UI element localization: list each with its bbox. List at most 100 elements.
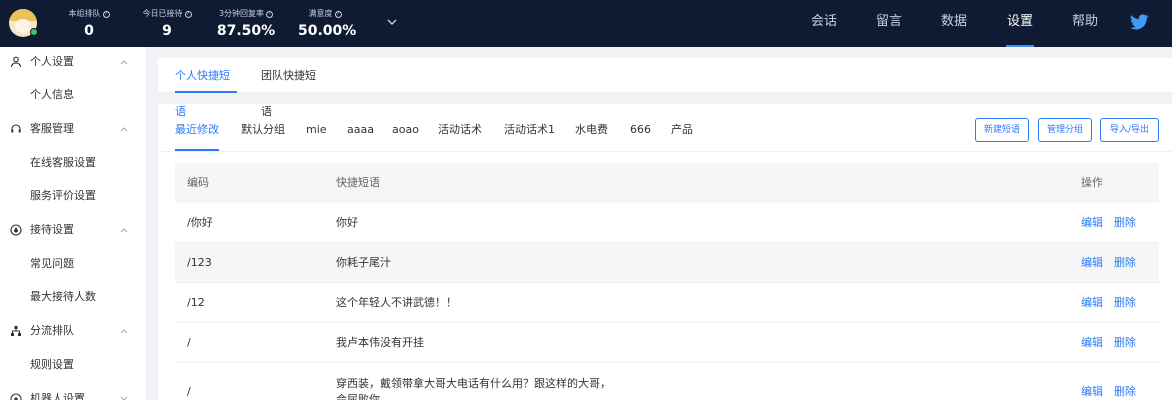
tab-category[interactable]: aaaa <box>347 104 374 151</box>
import-export-button[interactable]: 导入/导出 <box>1100 118 1159 142</box>
cell-phrase: 穿西装，戴领带拿大哥大电话有什么用？跟这样的大哥， 会尿败你 <box>336 376 611 400</box>
stat-label: 今日已接待 <box>142 9 183 18</box>
tab-category[interactable]: 活动话术 <box>438 104 482 151</box>
stat-queue: 本组排队? 0 <box>62 8 116 40</box>
table-row: /12 这个年轻人不讲武德！！ 编辑 删除 <box>175 283 1159 323</box>
delete-link[interactable]: 删除 <box>1114 216 1136 229</box>
stat-label: 满意度 <box>308 9 333 18</box>
user-icon <box>10 56 22 68</box>
sidebar-item-personal-info[interactable]: 个人信息 <box>30 81 140 109</box>
cell-code: /123 <box>187 256 212 269</box>
sidebar-item-rating[interactable]: 服务评价设置 <box>30 182 140 210</box>
sidebar-item-rules[interactable]: 规则设置 <box>30 351 140 379</box>
stat-label: 3分钟回复率 <box>218 9 265 18</box>
sidebar-group-service[interactable]: 客服管理 <box>0 114 146 144</box>
tab-category[interactable]: 水电费 <box>575 104 608 151</box>
delete-link[interactable]: 删除 <box>1114 296 1136 309</box>
edit-link[interactable]: 编辑 <box>1081 256 1103 269</box>
online-status-dot <box>30 28 38 36</box>
cell-code: / <box>187 385 191 398</box>
stat-today-served: 今日已接待? 9 <box>137 8 197 40</box>
chevron-down-icon[interactable] <box>386 16 398 28</box>
sidebar-item-max-reception[interactable]: 最大接待人数 <box>30 283 140 311</box>
sidebar-group-label: 个人设置 <box>30 55 74 68</box>
cell-phrase-line: 穿西装，戴领带拿大哥大电话有什么用？跟这样的大哥， <box>336 377 611 390</box>
chevron-up-icon <box>120 127 128 132</box>
stat-reply-rate: 3分钟回复率? 87.50% <box>213 8 279 40</box>
chevron-down-icon <box>120 396 128 400</box>
tab-personal-phrases[interactable]: 个人快捷短语 <box>175 58 237 118</box>
tab-category[interactable]: aoao <box>392 104 419 151</box>
cell-phrase: 你好 <box>336 216 358 229</box>
cell-actions: 编辑 删除 <box>1081 203 1147 243</box>
table-row: /123 你耗子尾汁 编辑 删除 <box>175 243 1159 283</box>
cell-actions: 编辑 删除 <box>1081 323 1147 363</box>
sidebar-item-faq[interactable]: 常见问题 <box>30 250 140 278</box>
edit-link[interactable]: 编辑 <box>1081 216 1103 229</box>
sidebar-item-online-service[interactable]: 在线客服设置 <box>30 149 140 177</box>
tab-category[interactable]: 活动话术1 <box>504 104 555 151</box>
column-header-actions: 操作 <box>1081 176 1103 189</box>
delete-link[interactable]: 删除 <box>1114 256 1136 269</box>
sidebar-group-personal[interactable]: 个人设置 <box>0 47 146 77</box>
manage-groups-button[interactable]: 管理分组 <box>1038 118 1092 142</box>
new-phrase-button[interactable]: 新建短语 <box>975 118 1029 142</box>
sidebar-group-label: 接待设置 <box>30 223 74 236</box>
cell-phrase: 我卢本伟没有开挂 <box>336 336 424 349</box>
cell-phrase: 这个年轻人不讲武德！！ <box>336 296 457 309</box>
edit-link[interactable]: 编辑 <box>1081 336 1103 349</box>
stat-value: 0 <box>84 23 94 39</box>
help-icon[interactable]: ? <box>334 11 342 18</box>
stat-value: 87.50% <box>216 23 276 39</box>
nav-help[interactable]: 帮助 <box>1071 0 1099 47</box>
sidebar: 个人设置 个人信息 客服管理 在线客服设置 服务评价设置 接待设置 常见问题 最… <box>0 47 146 400</box>
edit-link[interactable]: 编辑 <box>1081 385 1103 398</box>
cell-phrase-line: 会尿败你 <box>336 393 380 400</box>
help-icon[interactable]: ? <box>184 11 192 18</box>
sidebar-group-label: 机器人设置 <box>30 392 85 400</box>
bird-logo-icon[interactable] <box>1128 11 1150 33</box>
divider <box>158 93 1172 104</box>
nav-conversations[interactable]: 会话 <box>810 0 838 47</box>
main-panel: 个人快捷短语 团队快捷短语 最近修改 默认分组 mie aaaa aoao 活动… <box>158 58 1172 400</box>
cell-phrase: 你耗子尾汁 <box>336 256 391 269</box>
stat-label: 本组排队 <box>68 9 101 18</box>
table-row: /你好 你好 编辑 删除 <box>175 203 1159 243</box>
stat-value: 9 <box>162 23 172 39</box>
column-header-code: 编码 <box>187 176 209 189</box>
tab-category[interactable]: 666 <box>630 104 651 151</box>
delete-link[interactable]: 删除 <box>1114 385 1136 398</box>
tab-category[interactable]: mie <box>306 104 327 151</box>
edit-link[interactable]: 编辑 <box>1081 296 1103 309</box>
headset-icon <box>11 124 21 133</box>
sidebar-group-reception[interactable]: 接待设置 <box>0 215 146 245</box>
cell-code: /你好 <box>187 216 213 229</box>
help-icon[interactable]: ? <box>266 11 274 18</box>
tab-team-phrases[interactable]: 团队快捷短语 <box>261 58 323 118</box>
table-row: / 我卢本伟没有开挂 编辑 删除 <box>175 323 1159 363</box>
delete-link[interactable]: 删除 <box>1114 336 1136 349</box>
nav-settings[interactable]: 设置 <box>1006 0 1034 47</box>
tab-category[interactable]: 最近修改 <box>175 104 219 151</box>
top-bar: 本组排队? 0 今日已接待? 9 3分钟回复率? 87.50% 满意度? 50.… <box>0 0 1172 47</box>
help-icon[interactable]: ? <box>102 11 110 18</box>
sidebar-group-label: 客服管理 <box>30 122 74 135</box>
stat-value: 50.00% <box>298 23 357 39</box>
sidebar-group-queue[interactable]: 分流排队 <box>0 316 146 346</box>
sidebar-group-label: 分流排队 <box>30 324 74 337</box>
sidebar-group-robot[interactable]: 机器人设置 <box>0 384 146 400</box>
cell-actions: 编辑 删除 <box>1081 243 1147 283</box>
table-row: / 穿西装，戴领带拿大哥大电话有什么用？跟这样的大哥， 会尿败你 编辑 删除 <box>175 363 1159 400</box>
robot-icon <box>10 393 22 400</box>
cell-code: /12 <box>187 296 205 309</box>
cell-actions: 编辑 删除 <box>1081 283 1147 323</box>
org-icon <box>11 326 21 336</box>
tab-category[interactable]: 产品 <box>671 104 693 151</box>
drop-icon <box>10 224 22 236</box>
nav-data[interactable]: 数据 <box>940 0 968 47</box>
tab-category[interactable]: 默认分组 <box>241 104 285 151</box>
chevron-up-icon <box>120 228 128 233</box>
chevron-up-icon <box>120 329 128 334</box>
nav-messages[interactable]: 留言 <box>875 0 903 47</box>
phrase-scope-tabs: 个人快捷短语 团队快捷短语 <box>158 58 1172 118</box>
